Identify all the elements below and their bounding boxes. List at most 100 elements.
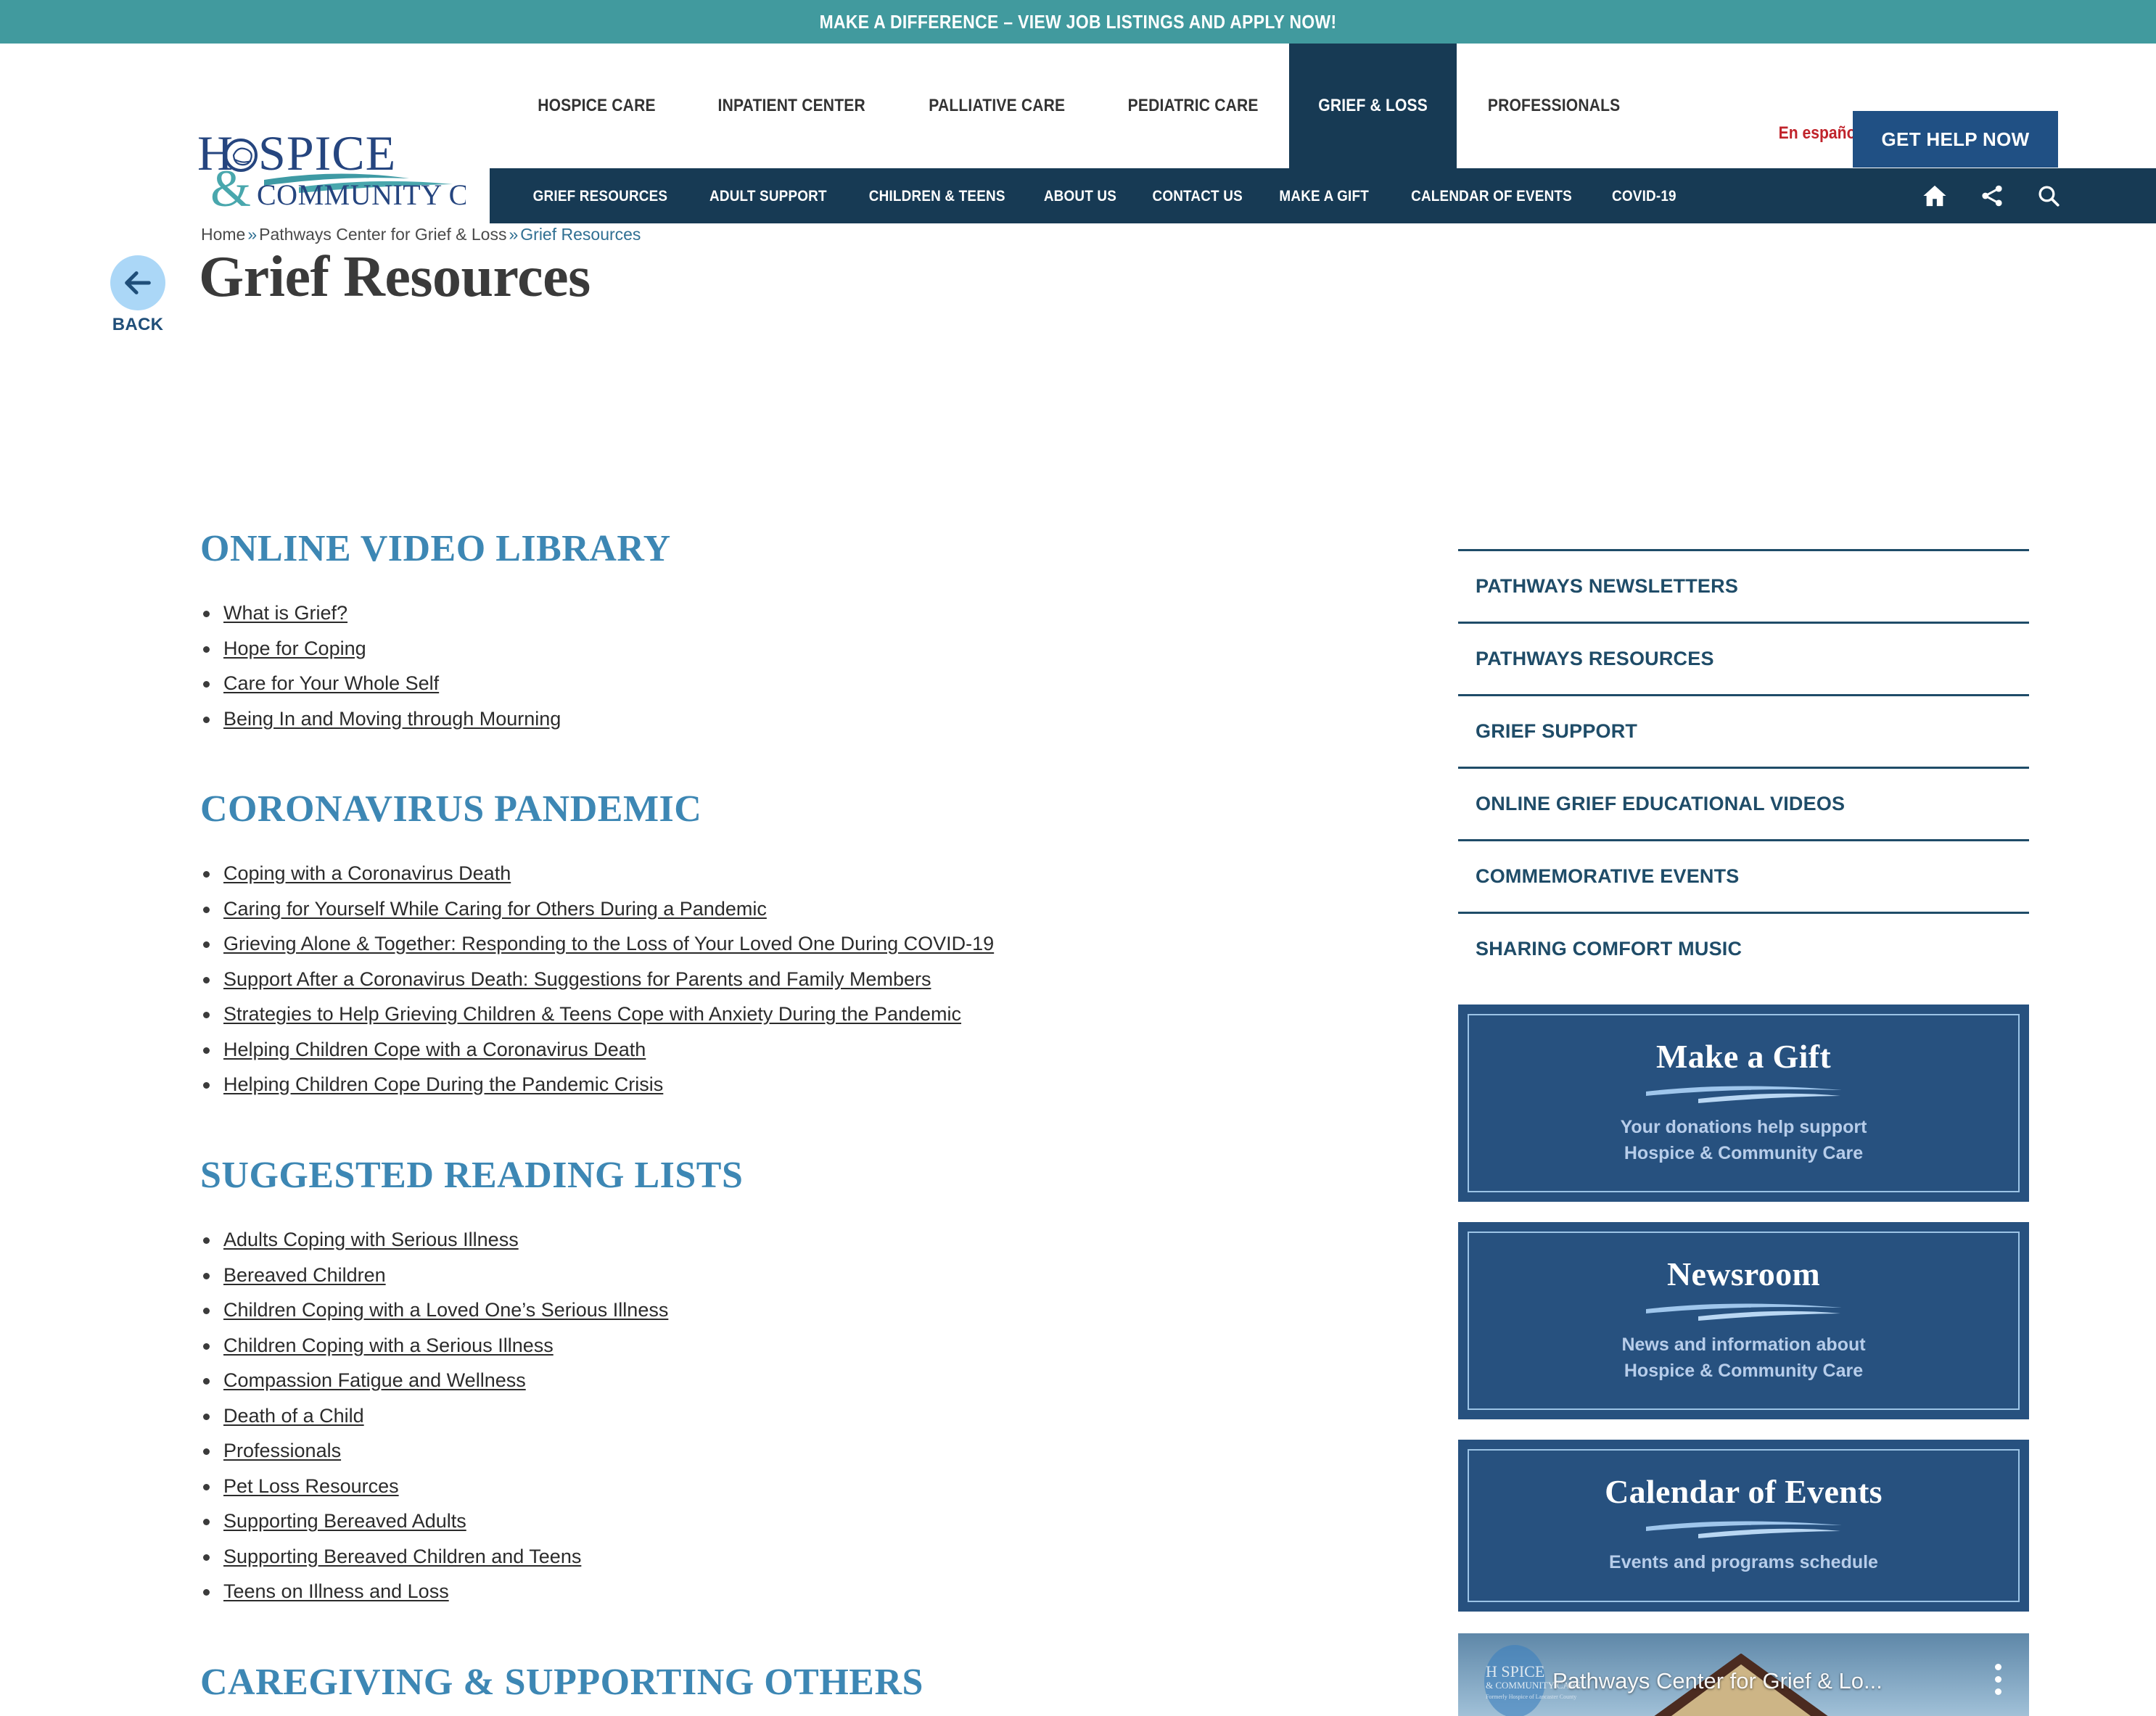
- home-icon[interactable]: [1921, 183, 1949, 208]
- list-item: Strategies to Help Grieving Children & T…: [200, 1002, 1404, 1027]
- nav-item-label: HOSPICE CARE: [538, 96, 656, 115]
- promo-card-make-a-gift[interactable]: Make a Gift Your donations help support …: [1458, 1005, 2029, 1202]
- list-item: Caring for Yourself While Caring for Oth…: [200, 896, 1404, 922]
- list-item: Care for Your Whole Self: [200, 671, 1404, 696]
- section-suggested-reading-lists: SUGGESTED READING LISTS Adults Coping wi…: [200, 1154, 1404, 1604]
- section-caregiving-and-supporting-others: CAREGIVING & SUPPORTING OTHERS Anticipat…: [200, 1661, 1404, 1716]
- subnav-item-covid-19[interactable]: COVID-19: [1595, 187, 1693, 205]
- resource-link[interactable]: Adults Coping with Serious Illness: [223, 1229, 519, 1250]
- nav-item-pediatric-care[interactable]: PEDIATRIC CARE: [1097, 44, 1289, 168]
- sidebar-item-commemorative-events[interactable]: COMMEMORATIVE EVENTS: [1458, 839, 2029, 912]
- section-heading: SUGGESTED READING LISTS: [200, 1155, 744, 1197]
- list-item: Bereaved Children: [200, 1263, 1404, 1288]
- subnav-item-label: ADULT SUPPORT: [709, 186, 827, 205]
- resource-link[interactable]: Helping Children Cope with a Coronavirus…: [223, 1039, 646, 1060]
- swoosh-divider-icon: [1645, 1303, 1842, 1321]
- language-link-spanish[interactable]: En español: [1773, 123, 1866, 144]
- back-label: BACK: [112, 315, 164, 334]
- video-poster-image: H SPICE & COMMUNITY CARE Formerly Hospic…: [1458, 1633, 2029, 1716]
- nav-item-palliative-care[interactable]: PALLIATIVE CARE: [897, 44, 1097, 168]
- kebab-menu-icon[interactable]: [1995, 1663, 2001, 1701]
- resource-link[interactable]: Children Coping with a Loved One’s Serio…: [223, 1299, 668, 1321]
- subnav-item-calendar-of-events[interactable]: CALENDAR OF EVENTS: [1388, 187, 1595, 205]
- breadcrumb-separator: »: [247, 225, 258, 244]
- sub-navigation: GRIEF RESOURCES ADULT SUPPORT CHILDREN &…: [490, 168, 2156, 223]
- nav-item-inpatient-center[interactable]: INPATIENT CENTER: [686, 44, 897, 168]
- list-item: Coping with a Coronavirus Death: [200, 861, 1404, 886]
- swoosh-divider-icon: [1645, 1521, 1842, 1538]
- resource-link[interactable]: Supporting Bereaved Children and Teens: [223, 1546, 581, 1567]
- resource-link[interactable]: Supporting Bereaved Adults: [223, 1510, 466, 1532]
- breadcrumb-separator: »: [509, 225, 519, 244]
- section-coronavirus-pandemic: CORONAVIRUS PANDEMIC Coping with a Coron…: [200, 788, 1404, 1097]
- resource-link[interactable]: Being In and Moving through Mourning: [223, 708, 561, 730]
- sidebar-item-label: SHARING COMFORT MUSIC: [1476, 938, 1743, 960]
- resource-link[interactable]: Compassion Fatigue and Wellness: [223, 1369, 526, 1391]
- subnav-item-grief-resources[interactable]: GRIEF RESOURCES: [511, 187, 689, 205]
- subnav-item-adult-support[interactable]: ADULT SUPPORT: [689, 187, 847, 205]
- resource-link[interactable]: Bereaved Children: [223, 1264, 386, 1286]
- sidebar-item-label: ONLINE GRIEF EDUCATIONAL VIDEOS: [1476, 793, 1846, 814]
- resource-link[interactable]: Children Coping with a Serious Illness: [223, 1335, 554, 1356]
- resource-link[interactable]: Support After a Coronavirus Death: Sugge…: [223, 968, 931, 990]
- nav-item-label: PROFESSIONALS: [1488, 96, 1621, 115]
- nav-item-label: INPATIENT CENTER: [717, 96, 865, 115]
- video-player[interactable]: H SPICE & COMMUNITY CARE Formerly Hospic…: [1458, 1633, 2029, 1716]
- nav-item-label: PALLIATIVE CARE: [929, 96, 1066, 115]
- promo-subtitle-line2: Hospice & Community Care: [1624, 1142, 1864, 1163]
- nav-item-hospice-care[interactable]: HOSPICE CARE: [508, 44, 686, 168]
- resource-link[interactable]: Hope for Coping: [223, 638, 366, 659]
- sidebar-item-online-grief-educational-videos[interactable]: ONLINE GRIEF EDUCATIONAL VIDEOS: [1458, 767, 2029, 839]
- video-title: Pathways Center for Grief & Lo...: [1552, 1667, 1883, 1694]
- swoosh-divider-icon: [1645, 1086, 1842, 1103]
- promo-card-calendar-of-events[interactable]: Calendar of Events Events and programs s…: [1458, 1440, 2029, 1612]
- subnav-item-children-and-teens[interactable]: CHILDREN & TEENS: [847, 187, 1026, 205]
- subnav-item-make-a-gift[interactable]: MAKE A GIFT: [1261, 187, 1387, 205]
- resource-link[interactable]: Teens on Illness and Loss: [223, 1580, 449, 1602]
- list-item: Being In and Moving through Mourning: [200, 706, 1404, 732]
- breadcrumb-parent[interactable]: Pathways Center for Grief & Loss: [259, 225, 506, 244]
- promo-subtitle-line1: Events and programs schedule: [1609, 1552, 1878, 1572]
- section-heading: CAREGIVING & SUPPORTING OTHERS: [200, 1662, 923, 1704]
- promo-subtitle-line1: Your donations help support: [1620, 1117, 1867, 1137]
- list-item: Helping Children Cope During the Pandemi…: [200, 1072, 1404, 1097]
- sidebar-item-pathways-newsletters[interactable]: PATHWAYS NEWSLETTERS: [1458, 549, 2029, 622]
- list-item: Children Coping with a Serious Illness: [200, 1333, 1404, 1358]
- resource-link[interactable]: Professionals: [223, 1440, 341, 1461]
- resource-link[interactable]: Grieving Alone & Together: Responding to…: [223, 933, 994, 954]
- resource-link[interactable]: Strategies to Help Grieving Children & T…: [223, 1003, 961, 1025]
- sidebar-item-pathways-resources[interactable]: PATHWAYS RESOURCES: [1458, 622, 2029, 694]
- back-button[interactable]: [110, 255, 165, 310]
- sidebar-item-sharing-comfort-music[interactable]: SHARING COMFORT MUSIC: [1458, 912, 2029, 984]
- breadcrumb-current: Grief Resources: [520, 225, 641, 244]
- promo-card-newsroom[interactable]: Newsroom News and information about Hosp…: [1458, 1222, 2029, 1419]
- resource-link[interactable]: Helping Children Cope During the Pandemi…: [223, 1073, 663, 1095]
- subnav-item-label: GRIEF RESOURCES: [532, 186, 668, 205]
- list-item: Helping Children Cope with a Coronavirus…: [200, 1037, 1404, 1063]
- share-icon[interactable]: [1979, 183, 2005, 208]
- announcement-bar[interactable]: MAKE A DIFFERENCE – VIEW JOB LISTINGS AN…: [0, 0, 2156, 44]
- subnav-item-about-us[interactable]: ABOUT US: [1026, 187, 1134, 205]
- resource-link[interactable]: Care for Your Whole Self: [223, 672, 439, 694]
- resource-link[interactable]: Pet Loss Resources: [223, 1475, 399, 1497]
- nav-item-professionals[interactable]: PROFESSIONALS: [1457, 44, 1651, 168]
- arrow-left-icon: [125, 271, 151, 294]
- search-icon[interactable]: [2036, 183, 2062, 208]
- promo-inner: Make a Gift Your donations help support …: [1468, 1014, 2020, 1192]
- resource-link[interactable]: What is Grief?: [223, 602, 347, 624]
- breadcrumb-home[interactable]: Home: [201, 225, 245, 244]
- resource-link[interactable]: Coping with a Coronavirus Death: [223, 862, 511, 884]
- svg-text:&: &: [210, 160, 251, 210]
- sidebar-item-grief-support[interactable]: GRIEF SUPPORT: [1458, 694, 2029, 767]
- get-help-now-button[interactable]: GET HELP NOW: [1853, 111, 2058, 168]
- resource-link[interactable]: Death of a Child: [223, 1405, 364, 1427]
- subnav-item-contact-us[interactable]: CONTACT US: [1134, 187, 1261, 205]
- promo-inner: Newsroom News and information about Hosp…: [1468, 1232, 2020, 1410]
- site-logo[interactable]: H SPICE & COMMUNITY CARE: [197, 125, 466, 210]
- svg-text:H SPICE: H SPICE: [1486, 1662, 1544, 1680]
- nav-item-grief-and-loss[interactable]: GRIEF & LOSS: [1289, 44, 1457, 168]
- resource-link[interactable]: Caring for Yourself While Caring for Oth…: [223, 898, 767, 920]
